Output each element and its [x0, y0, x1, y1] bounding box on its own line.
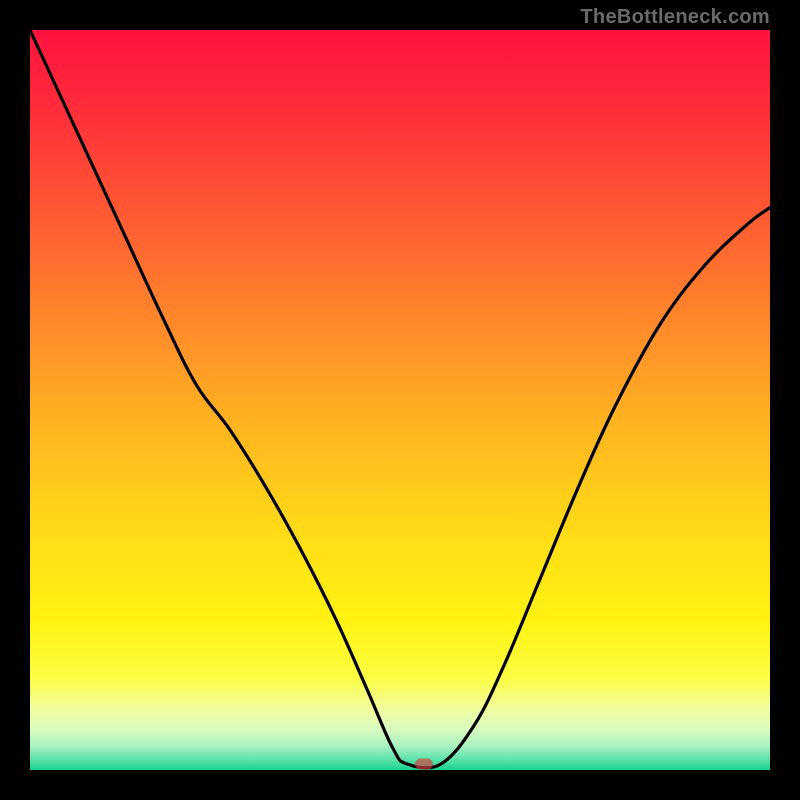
bottleneck-marker	[415, 759, 433, 770]
plot-area	[30, 30, 770, 770]
bottleneck-curve	[30, 30, 770, 770]
watermark-label: TheBottleneck.com	[580, 6, 770, 29]
chart-frame: TheBottleneck.com	[0, 0, 800, 800]
